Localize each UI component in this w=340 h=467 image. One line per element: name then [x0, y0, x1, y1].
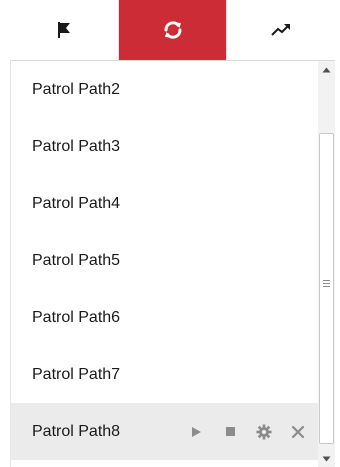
gear-icon[interactable]: [256, 423, 272, 440]
list-item-hovered[interactable]: Patrol Path8: [11, 403, 318, 460]
patrol-path-label: Patrol Path3: [32, 137, 121, 155]
patrol-path-label: Patrol Path6: [32, 308, 121, 326]
tab-preset[interactable]: [10, 0, 118, 60]
list-item[interactable]: Patrol Path3: [11, 118, 318, 175]
patrol-path-label: Patrol Path2: [32, 80, 121, 98]
patrol-path-list: Patrol Path2 Patrol Path3 Patrol Path4 P…: [10, 61, 318, 467]
list-item[interactable]: Patrol Path6: [11, 289, 318, 346]
flag-icon: [54, 20, 74, 40]
scrollbar-thumb[interactable]: [319, 133, 334, 444]
list-item[interactable]: Patrol Path7: [11, 346, 318, 403]
ptz-patrol-panel: Patrol Path2 Patrol Path3 Patrol Path4 P…: [0, 0, 340, 467]
patrol-path-label: Patrol Path7: [32, 365, 121, 383]
play-icon[interactable]: [188, 424, 204, 440]
tab-patrol[interactable]: [117, 0, 227, 60]
list-item[interactable]: Patrol Path2: [11, 61, 318, 118]
scrollbar-grip-icon: [323, 280, 330, 289]
patrol-path-label: Patrol Path5: [32, 251, 121, 269]
ptz-tab-bar: [10, 0, 335, 61]
stop-icon[interactable]: [222, 424, 238, 440]
list-item[interactable]: Patrol Path5: [11, 232, 318, 289]
row-action-group: [188, 403, 306, 460]
patrol-path-label: Patrol Path8: [32, 422, 121, 440]
patrol-path-label: Patrol Path4: [32, 194, 121, 212]
tab-pattern[interactable]: [226, 0, 335, 60]
scroll-up-arrow-icon[interactable]: [318, 61, 335, 78]
close-icon[interactable]: [290, 424, 306, 440]
refresh-icon: [162, 19, 184, 41]
trend-icon: [270, 22, 292, 38]
vertical-scrollbar[interactable]: [318, 61, 335, 467]
list-item[interactable]: Patrol Path4: [11, 175, 318, 232]
scroll-down-arrow-icon[interactable]: [318, 450, 335, 467]
